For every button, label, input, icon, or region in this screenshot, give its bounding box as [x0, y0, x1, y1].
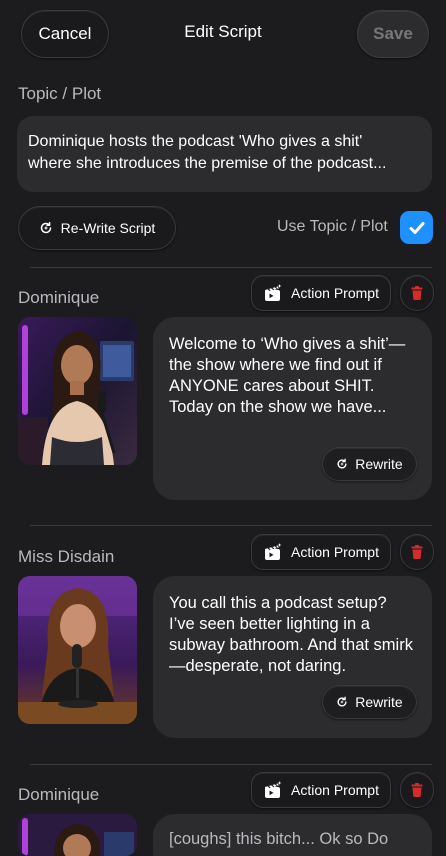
avatar-image [18, 576, 137, 724]
divider [30, 267, 432, 268]
avatar-image [18, 317, 137, 465]
rewrite-button[interactable]: Rewrite [322, 447, 417, 481]
action-prompt-label: Action Prompt [291, 544, 379, 560]
checkmark-icon [409, 221, 424, 234]
save-button[interactable]: Save [357, 10, 429, 58]
speaker-name: Dominique [18, 785, 100, 804]
line-text-bubble[interactable]: Welcome to ‘Who gives a shit’—the show w… [153, 317, 432, 500]
trash-icon [411, 545, 423, 559]
refresh-sparkle-icon [337, 696, 347, 707]
line-text: Welcome to ‘Who gives a shit’—the show w… [169, 335, 406, 416]
action-prompt-button[interactable]: Action Prompt [251, 772, 391, 808]
delete-button[interactable] [400, 534, 434, 570]
rewrite-label: Rewrite [355, 455, 403, 472]
delete-button[interactable] [400, 275, 434, 311]
action-prompt-label: Action Prompt [291, 782, 379, 798]
rewrite-script-button[interactable]: Re-Write Script [18, 206, 176, 250]
topic-line-2: where she introduces the premise of the … [28, 155, 387, 172]
header-bar: Cancel Edit Script Save [0, 0, 446, 70]
action-prompt-button[interactable]: Action Prompt [251, 534, 391, 570]
line-text-bubble[interactable]: [coughs] this bitch... Ok so Do [153, 814, 432, 856]
rewrite-label: Rewrite [355, 693, 403, 710]
divider [30, 525, 432, 526]
line-text-bubble[interactable]: You call this a podcast setup? I’ve seen… [153, 576, 432, 738]
rewrite-button[interactable]: Rewrite [322, 685, 417, 719]
trash-icon [411, 286, 423, 300]
trash-icon [411, 783, 423, 797]
refresh-sparkle-icon [40, 221, 51, 234]
delete-button[interactable] [400, 772, 434, 808]
divider [30, 764, 432, 765]
avatar-image [18, 814, 137, 856]
speaker-name: Miss Disdain [18, 547, 115, 566]
line-text: [coughs] this bitch... Ok so Do [169, 830, 389, 848]
clapperboard-sparkle-icon [265, 543, 282, 560]
line-text: You call this a podcast setup? I’ve seen… [169, 594, 413, 675]
clapperboard-sparkle-icon [265, 284, 282, 301]
action-prompt-button[interactable]: Action Prompt [251, 275, 391, 311]
rewrite-script-label: Re-Write Script [60, 220, 156, 236]
topic-input[interactable]: Dominique hosts the podcast 'Who gives a… [17, 116, 432, 192]
refresh-sparkle-icon [337, 458, 347, 469]
action-prompt-label: Action Prompt [291, 285, 379, 301]
topic-label: Topic / Plot [18, 84, 102, 103]
topic-line-1: Dominique hosts the podcast 'Who gives a… [28, 133, 363, 150]
use-topic-checkbox[interactable] [400, 211, 433, 244]
use-topic-label: Use Topic / Plot [277, 218, 388, 235]
clapperboard-sparkle-icon [265, 781, 282, 798]
speaker-name: Dominique [18, 288, 100, 307]
